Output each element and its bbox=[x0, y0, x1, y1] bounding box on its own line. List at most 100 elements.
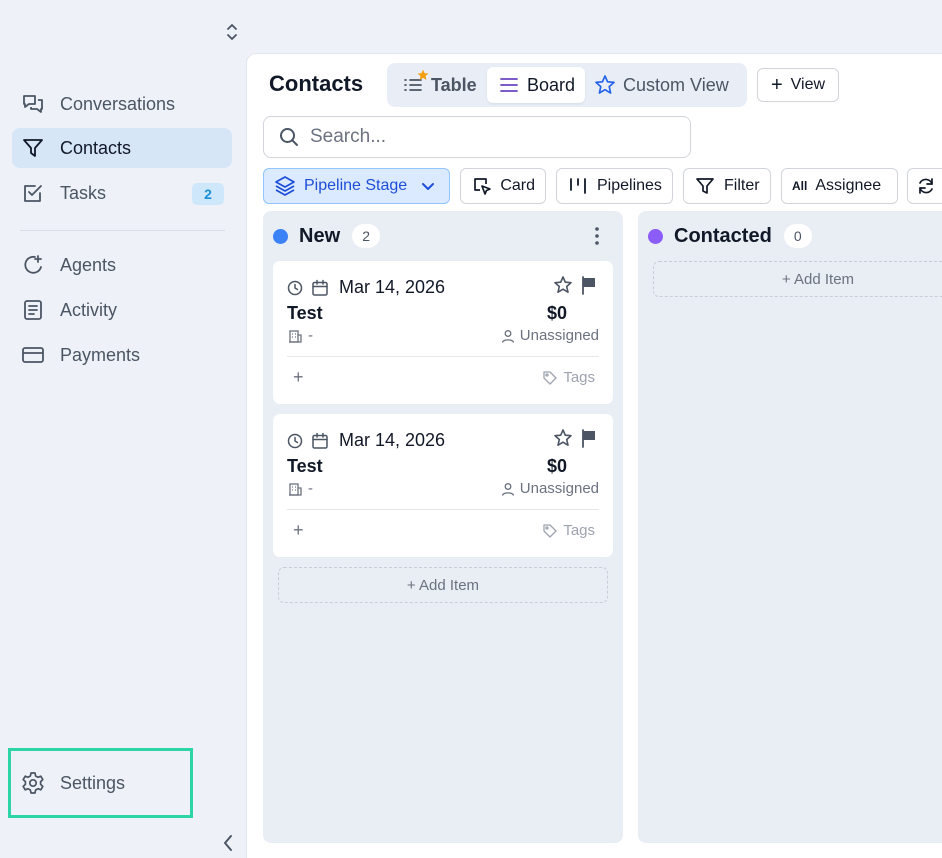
calendar-icon bbox=[311, 432, 329, 450]
card-actions bbox=[553, 275, 599, 295]
document-list-icon bbox=[20, 297, 46, 323]
card-company: - bbox=[287, 480, 313, 497]
board-icon bbox=[497, 73, 521, 97]
calendar-icon bbox=[311, 279, 329, 297]
list-icon bbox=[401, 69, 429, 97]
refresh-button[interactable] bbox=[907, 168, 942, 204]
contact-card[interactable]: Mar 14, 2026 Test $0 - Unassigned + Tags bbox=[273, 414, 613, 557]
board-column-contacted: Contacted 0 + Add Item bbox=[638, 211, 942, 843]
star-icon bbox=[593, 73, 617, 97]
tab-custom-view[interactable]: Custom View bbox=[583, 67, 739, 103]
card-tags-text: Tags bbox=[563, 522, 595, 539]
pipeline-stage-dropdown[interactable]: Pipeline Stage bbox=[263, 168, 450, 204]
column-title: New bbox=[299, 224, 341, 247]
all-tag: All bbox=[792, 179, 808, 193]
user-icon bbox=[501, 329, 514, 343]
kebab-menu-icon[interactable] bbox=[587, 225, 607, 247]
flag-icon[interactable] bbox=[579, 275, 599, 295]
pipelines-label: Pipelines bbox=[597, 177, 662, 194]
sidebar-item-label: Conversations bbox=[60, 93, 176, 114]
search-input[interactable] bbox=[310, 126, 670, 148]
card-assignee[interactable]: Unassigned bbox=[501, 327, 599, 344]
filter-icon bbox=[694, 175, 716, 197]
assignee-label: Assignee bbox=[815, 177, 882, 194]
board-column-new: New 2 Mar 14, 2026 Test $0 - Unassigned … bbox=[263, 211, 623, 843]
sidebar-item-label: Tasks bbox=[60, 182, 107, 203]
sidebar-item-conversations[interactable]: Conversations bbox=[12, 84, 232, 124]
filter-button[interactable]: Filter bbox=[683, 168, 771, 204]
checkbox-icon bbox=[20, 180, 46, 206]
card-tags-text: Tags bbox=[563, 369, 595, 386]
add-view-button[interactable]: + View bbox=[757, 68, 839, 102]
card-contact-name: Test bbox=[287, 303, 323, 323]
card-company-text: - bbox=[308, 480, 313, 497]
card-date: Mar 14, 2026 bbox=[287, 277, 445, 298]
add-item-button[interactable]: + Add Item bbox=[653, 261, 942, 297]
pipeline-stage-label: Pipeline Stage bbox=[304, 177, 408, 194]
funnel-icon bbox=[20, 135, 46, 161]
sidebar-item-label: Contacts bbox=[60, 137, 132, 158]
card-assignee-text: Unassigned bbox=[519, 327, 599, 344]
card-value: $0 bbox=[546, 456, 567, 476]
sidebar-divider bbox=[20, 230, 225, 231]
card-button[interactable]: Card bbox=[460, 168, 546, 204]
assignee-button[interactable]: All Assignee bbox=[781, 168, 898, 204]
view-tabs: Table Board Custom View bbox=[387, 63, 747, 107]
card-contact-name: Test bbox=[287, 456, 323, 476]
card-add-button[interactable]: + bbox=[293, 520, 304, 541]
card-actions bbox=[553, 428, 599, 448]
column-header: New 2 bbox=[273, 224, 381, 248]
card-assignee-text: Unassigned bbox=[519, 480, 599, 497]
chat-bubbles-icon bbox=[20, 91, 46, 117]
column-count: 0 bbox=[783, 224, 812, 248]
sidebar-item-tasks[interactable]: Tasks 2 bbox=[12, 173, 232, 213]
pipelines-icon bbox=[567, 175, 589, 197]
card-add-button[interactable]: + bbox=[293, 367, 304, 388]
card-assignee[interactable]: Unassigned bbox=[501, 480, 599, 497]
tab-board[interactable]: Board bbox=[487, 67, 586, 103]
tasks-count-badge: 2 bbox=[192, 183, 224, 205]
sidebar-item-label: Agents bbox=[60, 254, 117, 275]
card-date-text: Mar 14, 2026 bbox=[339, 430, 446, 450]
card-company-text: - bbox=[308, 327, 313, 344]
contact-card[interactable]: Mar 14, 2026 Test $0 - Unassigned + Tags bbox=[273, 261, 613, 404]
add-view-label: View bbox=[790, 76, 826, 93]
card-date: Mar 14, 2026 bbox=[287, 430, 445, 451]
status-dot bbox=[648, 228, 663, 244]
search-icon bbox=[280, 128, 298, 146]
star-badge-icon bbox=[417, 69, 429, 80]
sidebar-item-label: Activity bbox=[60, 299, 118, 320]
chevron-up-down-icon[interactable] bbox=[224, 22, 240, 42]
credit-card-icon bbox=[20, 342, 46, 368]
sidebar: Conversations Contacts Tasks 2 Agents Ac… bbox=[0, 0, 246, 858]
card-company: - bbox=[287, 327, 313, 344]
sidebar-item-payments[interactable]: Payments bbox=[12, 335, 232, 375]
settings-highlight bbox=[8, 748, 193, 818]
tab-label: Board bbox=[527, 74, 576, 95]
pipelines-button[interactable]: Pipelines bbox=[556, 168, 673, 204]
card-tags[interactable]: Tags bbox=[542, 522, 595, 539]
card-divider bbox=[287, 356, 599, 357]
tab-label: Table bbox=[431, 74, 477, 95]
star-icon[interactable] bbox=[553, 428, 573, 448]
column-count: 2 bbox=[352, 224, 381, 248]
cursor-select-icon bbox=[471, 175, 492, 197]
clock-icon bbox=[287, 432, 305, 450]
building-icon bbox=[289, 329, 302, 343]
sidebar-item-agents[interactable]: Agents bbox=[12, 245, 232, 285]
tab-table[interactable]: Table bbox=[391, 67, 487, 103]
sidebar-item-contacts[interactable]: Contacts bbox=[12, 128, 232, 168]
chevron-left-icon[interactable] bbox=[219, 832, 237, 854]
star-icon[interactable] bbox=[553, 275, 573, 295]
add-item-button[interactable]: + Add Item bbox=[278, 567, 608, 603]
plus-icon: + bbox=[770, 74, 783, 96]
sidebar-item-activity[interactable]: Activity bbox=[12, 290, 232, 330]
status-dot bbox=[273, 228, 288, 244]
chevron-down-icon bbox=[422, 183, 435, 190]
layers-icon bbox=[274, 175, 296, 197]
card-date-text: Mar 14, 2026 bbox=[339, 277, 446, 297]
flag-icon[interactable] bbox=[579, 428, 599, 448]
card-tags[interactable]: Tags bbox=[542, 369, 595, 386]
refresh-icon bbox=[919, 178, 933, 194]
page-title: Contacts bbox=[269, 71, 364, 96]
